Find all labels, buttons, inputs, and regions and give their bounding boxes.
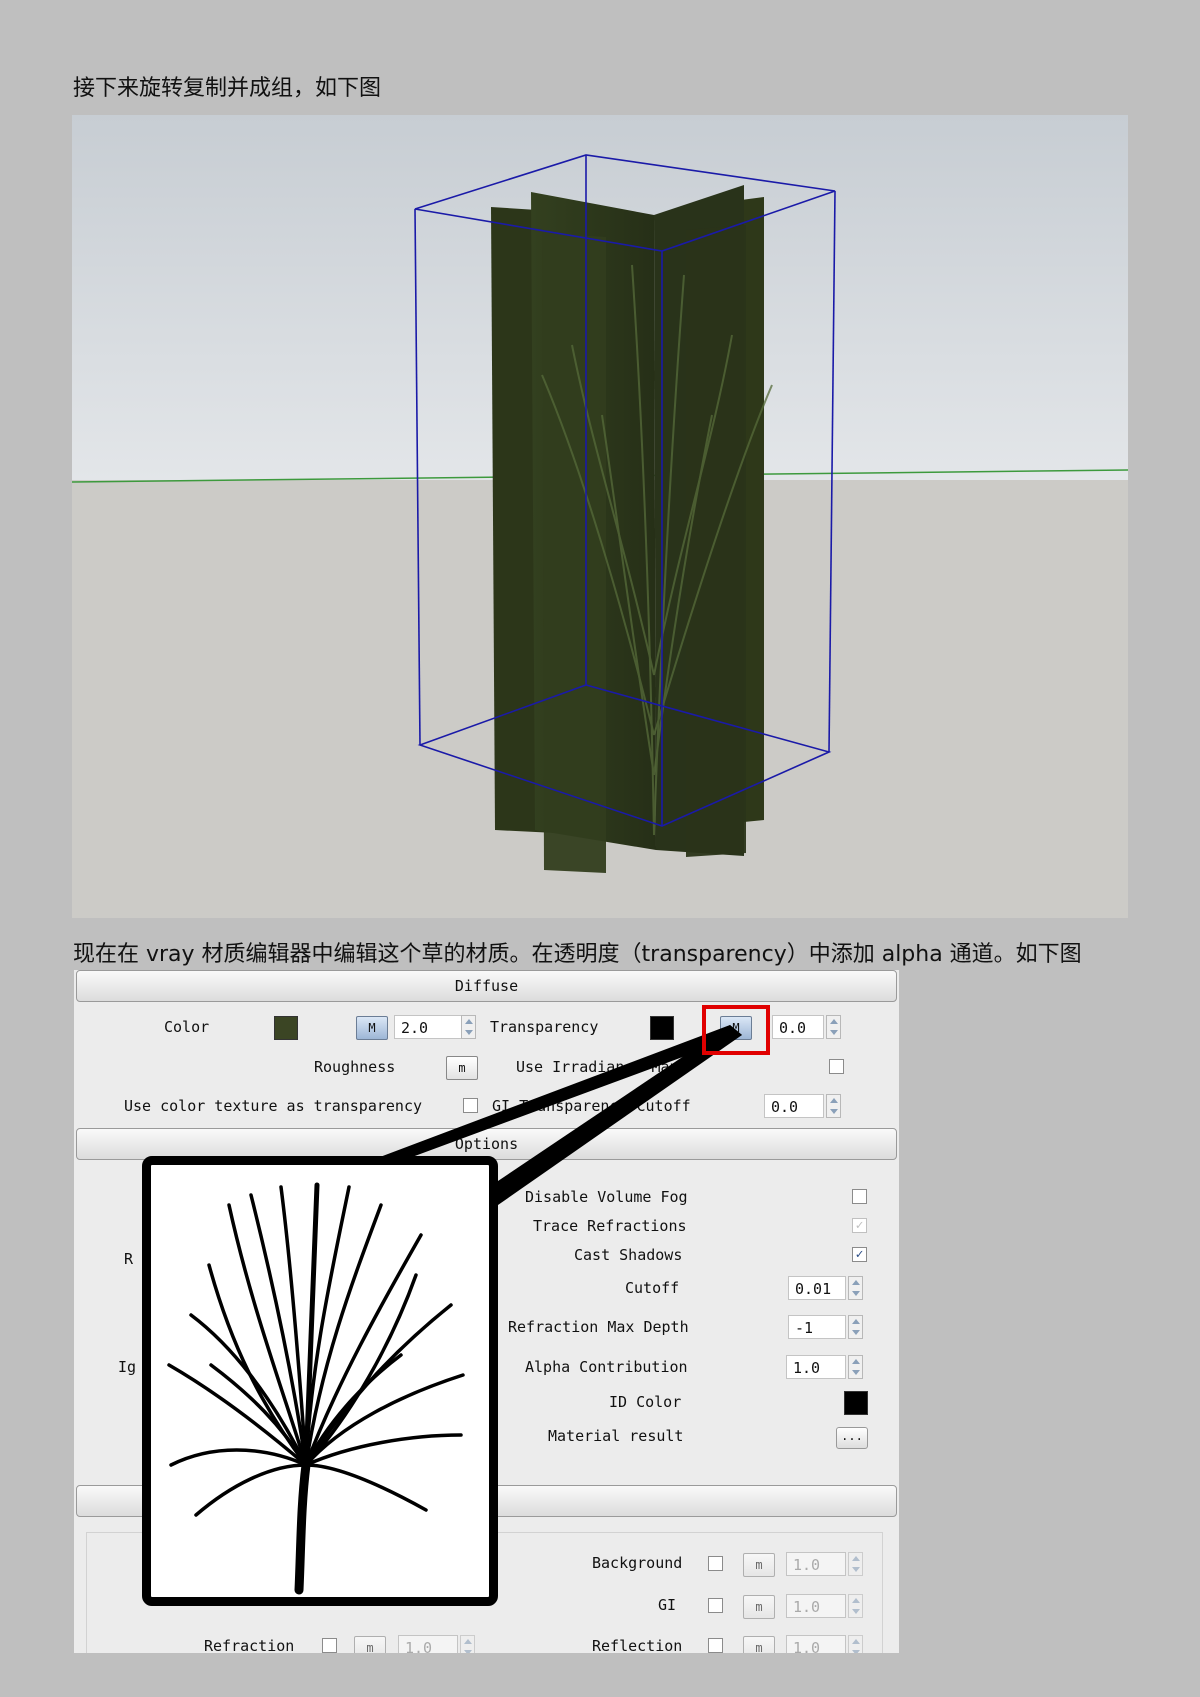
background-map-button[interactable]: m: [743, 1553, 775, 1577]
refraction-max-depth-label: Refraction Max Depth: [508, 1318, 689, 1336]
refraction-spinner[interactable]: [460, 1635, 475, 1653]
gi-transparency-cutoff-spinner[interactable]: [826, 1094, 841, 1118]
transparency-color-swatch[interactable]: [650, 1016, 674, 1040]
alpha-contribution-label: Alpha Contribution: [525, 1358, 688, 1376]
gi-transparency-cutoff-label: GI Transparency Cutoff: [492, 1097, 691, 1115]
partial-left-label-1: R: [124, 1250, 134, 1268]
background-checkbox[interactable]: [708, 1556, 723, 1571]
gi-label: GI: [658, 1596, 677, 1614]
cutoff-spinner[interactable]: [848, 1276, 863, 1300]
transparency-map-highlight: [702, 1005, 770, 1055]
alpha-mask-inset: [142, 1156, 498, 1606]
transparency-label: Transparency: [490, 1018, 599, 1036]
intro-paragraph: 接下来旋转复制并成组，如下图: [73, 76, 382, 101]
reflection-label: Reflection: [592, 1637, 683, 1653]
reflection-value-field[interactable]: 1.0: [786, 1635, 846, 1653]
refraction-label: Refraction: [204, 1637, 295, 1653]
background-label: Background: [592, 1554, 683, 1572]
cast-shadows-checkbox[interactable]: ✓: [852, 1247, 867, 1262]
vray-instruction-paragraph: 现在在 vray 材质编辑器中编辑这个草的材质。在透明度（transparenc…: [73, 942, 1082, 967]
trace-refractions-checkbox[interactable]: ✓: [852, 1218, 867, 1233]
id-color-label: ID Color: [609, 1393, 682, 1411]
roughness-label: Roughness: [314, 1058, 396, 1076]
roughness-map-button[interactable]: m: [446, 1056, 478, 1080]
background-spinner[interactable]: [848, 1552, 863, 1576]
transparency-value-spinner[interactable]: [826, 1015, 841, 1039]
refraction-max-depth-field[interactable]: -1: [788, 1315, 846, 1339]
use-irradiance-map-label: Use Irradiance Map: [516, 1058, 679, 1076]
refraction-checkbox[interactable]: [322, 1638, 337, 1653]
disable-volume-fog-checkbox[interactable]: [852, 1189, 867, 1204]
diffuse-section-header[interactable]: Diffuse: [76, 970, 897, 1002]
background-value-field[interactable]: 1.0: [786, 1552, 846, 1576]
material-result-button[interactable]: ...: [836, 1427, 868, 1449]
refraction-map-button[interactable]: m: [354, 1636, 386, 1653]
transparency-value-field[interactable]: 0.0: [772, 1015, 824, 1039]
alpha-contribution-field[interactable]: 1.0: [786, 1355, 846, 1379]
alpha-contribution-spinner[interactable]: [848, 1355, 863, 1379]
alpha-mask-image: [167, 1182, 465, 1595]
use-irradiance-map-checkbox[interactable]: [829, 1059, 844, 1074]
reflection-map-button[interactable]: m: [743, 1636, 775, 1653]
gi-spinner[interactable]: [848, 1594, 863, 1618]
use-color-texture-checkbox[interactable]: [463, 1098, 478, 1113]
trace-refractions-label: Trace Refractions: [533, 1217, 687, 1235]
cutoff-label: Cutoff: [625, 1279, 680, 1297]
partial-left-label-2: Ig: [118, 1358, 137, 1376]
cast-shadows-label: Cast Shadows: [574, 1246, 683, 1264]
refraction-max-depth-spinner[interactable]: [848, 1315, 863, 1339]
gi-map-button[interactable]: m: [743, 1595, 775, 1619]
use-color-texture-label: Use color texture as transparency: [124, 1097, 423, 1115]
gi-transparency-cutoff-field[interactable]: 0.0: [764, 1094, 824, 1118]
gi-value-field[interactable]: 1.0: [786, 1594, 846, 1618]
refraction-value-field[interactable]: 1.0: [398, 1635, 458, 1653]
reflection-spinner[interactable]: [848, 1635, 863, 1653]
color-label: Color: [164, 1018, 210, 1036]
diffuse-value-field[interactable]: 2.0: [394, 1015, 462, 1039]
diffuse-value-spinner[interactable]: [461, 1015, 476, 1039]
gi-checkbox[interactable]: [708, 1598, 723, 1613]
diffuse-map-button[interactable]: M: [356, 1016, 388, 1040]
diffuse-color-swatch[interactable]: [274, 1016, 298, 1040]
material-result-label: Material result: [548, 1427, 684, 1445]
disable-volume-fog-label: Disable Volume Fog: [525, 1188, 688, 1206]
sketchup-render-image: [72, 115, 1128, 918]
id-color-swatch[interactable]: [844, 1391, 868, 1415]
reflection-checkbox[interactable]: [708, 1638, 723, 1653]
cutoff-field[interactable]: 0.01: [788, 1276, 846, 1300]
